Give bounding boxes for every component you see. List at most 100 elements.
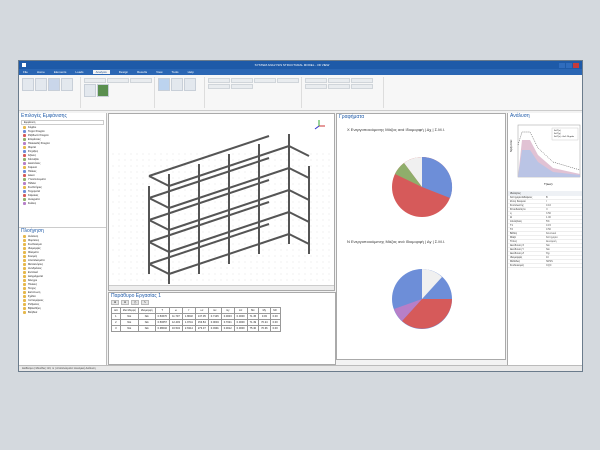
table-cell: 0.38002 <box>154 325 170 332</box>
ribbon-field[interactable] <box>254 78 276 83</box>
tree-item-label: Κάνναβοι <box>28 157 39 161</box>
run-analysis-button[interactable] <box>158 78 170 91</box>
property-value: 0.15 <box>546 224 551 227</box>
table-cell: 16.534 <box>168 325 183 332</box>
table-cell: 70.36 <box>258 325 271 332</box>
nav-item-label: Τεύχος <box>28 286 36 290</box>
ribbon-button[interactable] <box>184 78 196 91</box>
ribbon-button[interactable] <box>171 78 183 91</box>
menu-view[interactable]: View <box>156 70 162 74</box>
nav-item-label: Μετακινήσεις <box>28 262 44 266</box>
axis-icon <box>314 120 325 130</box>
frame-member <box>288 233 310 245</box>
frame-member <box>288 145 310 157</box>
folder-icon <box>23 254 26 258</box>
layer-icon <box>23 185 26 189</box>
spectrum-xlabel: T(sec) <box>544 182 553 186</box>
ribbon-button[interactable] <box>84 84 96 97</box>
model-3d-view[interactable] <box>108 113 335 291</box>
ribbon-checkbox[interactable] <box>328 78 350 83</box>
toolbar-button[interactable]: ⎙ <box>131 300 140 305</box>
property-row[interactable]: Συνδυασμός CQC <box>508 264 582 268</box>
spectrum-ylabel: S(d) m/s² <box>509 140 513 152</box>
ribbon-checkbox[interactable] <box>305 84 327 89</box>
ribbon-group-run <box>157 77 205 108</box>
layer-icon <box>23 177 26 181</box>
ribbon-group-options <box>304 77 384 108</box>
bottom-title: Παράθυρο Εργασίας 1 <box>111 293 162 299</box>
tree-item-label: Διαστάσεις <box>28 161 41 165</box>
ribbon-button[interactable] <box>22 78 34 91</box>
ribbon-button[interactable] <box>35 78 47 91</box>
layer-icon <box>23 125 26 129</box>
layer-icon <box>23 145 26 149</box>
menu-design[interactable]: Design <box>119 70 128 74</box>
table-row[interactable]: 3 Ναι Ναι 0.38002 16.534 2.6314 273.37 0.0391 0.… <box>111 325 281 332</box>
table-cell: 273.37 <box>194 325 209 332</box>
minimize-button[interactable] <box>559 62 565 68</box>
view-tabs[interactable] <box>109 285 334 290</box>
toolbar-button[interactable]: ✎ <box>140 300 150 305</box>
property-value: 1.00 <box>546 216 551 219</box>
display-tree: Κόμβοι Τοιχία Στοιχεία Ραβδωτά Στοιχεία Επι… <box>19 125 106 227</box>
layer-icon <box>23 161 26 165</box>
maximize-button[interactable] <box>566 62 572 68</box>
ribbon-checkbox[interactable] <box>328 84 350 89</box>
folder-icon <box>23 306 26 310</box>
nav-item-label: Αντιδράσεις <box>28 266 42 270</box>
ribbon-checkbox[interactable] <box>351 78 373 83</box>
frame-member <box>148 241 170 253</box>
property-value: Ναι <box>546 248 550 251</box>
menu-elements[interactable]: Elements <box>54 70 67 74</box>
menu-home[interactable]: Home <box>37 70 45 74</box>
ribbon-field[interactable] <box>130 78 152 83</box>
nav-item[interactable]: Βοήθεια <box>19 310 106 314</box>
property-value: 3.50 <box>546 212 551 215</box>
tree-item-label: Ραβδωτά Στοιχεία <box>28 133 49 137</box>
tree-item[interactable]: Σκάλες <box>19 201 106 205</box>
tree-item-label: Συνδετήριες <box>28 185 42 189</box>
ribbon-field[interactable] <box>208 78 230 83</box>
nav-item-label: Σεισμός <box>28 254 38 258</box>
menu-help[interactable]: Help <box>188 70 194 74</box>
tree-item-label: Δοκοί <box>28 173 35 177</box>
ribbon-checkbox[interactable] <box>351 84 373 89</box>
left-panel: Επιλογές Εμφάνισης Εμφάνιση Κόμβοι Τοιχία… <box>19 113 107 365</box>
analysis-title: Ανάλυση <box>510 113 530 119</box>
tree-item-label: Κόμβοι <box>28 125 37 129</box>
toolbar-button[interactable]: ⊞ <box>111 300 120 305</box>
layer-icon <box>23 141 26 145</box>
menu-results[interactable]: Results <box>137 70 147 74</box>
ribbon-checkbox[interactable] <box>305 78 327 83</box>
workspace: Επιλογές Εμφάνισης Εμφάνιση Κόμβοι Τοιχία… <box>19 113 582 365</box>
nav-item-label: Ρυθμίσεις <box>28 302 40 306</box>
layer-icon <box>23 129 26 133</box>
ribbon-button[interactable] <box>48 78 60 91</box>
ribbon-group-parameters <box>207 77 302 108</box>
ribbon-button[interactable] <box>61 78 73 91</box>
layer-icon <box>23 137 26 141</box>
pie-chart-x <box>392 156 453 217</box>
property-value: 0.16 <box>546 204 551 207</box>
menu-loads[interactable]: Loads <box>75 70 83 74</box>
bottom-toolbar: ⊞ ⊟ ⎙ ✎ <box>109 300 335 305</box>
menu-file[interactable]: File <box>23 70 28 74</box>
ribbon-field[interactable] <box>231 78 253 83</box>
tree-item-label: Τοιχώματα <box>28 189 41 193</box>
close-button[interactable] <box>573 62 579 68</box>
ribbon-field[interactable] <box>84 78 106 83</box>
analysis-panel: Ανάλυση S(d) m/s² T(sec) Sd Τ(x) Sd Τ(y)… <box>507 113 582 365</box>
property-key: Διεύθυνση Υ <box>510 248 524 251</box>
ribbon-field[interactable] <box>107 78 129 83</box>
frame-member <box>288 211 310 223</box>
ribbon-field[interactable] <box>277 78 299 83</box>
layer-icon <box>23 169 26 173</box>
ribbon-field[interactable] <box>208 84 230 89</box>
layer-icon <box>23 173 26 177</box>
ribbon-button[interactable] <box>97 84 109 97</box>
ribbon-field[interactable] <box>231 84 253 89</box>
folder-icon <box>23 250 26 254</box>
menu-analysis[interactable]: Analysis <box>92 70 110 74</box>
toolbar-button[interactable]: ⊟ <box>121 300 130 305</box>
menu-tools[interactable]: Tools <box>172 70 179 74</box>
